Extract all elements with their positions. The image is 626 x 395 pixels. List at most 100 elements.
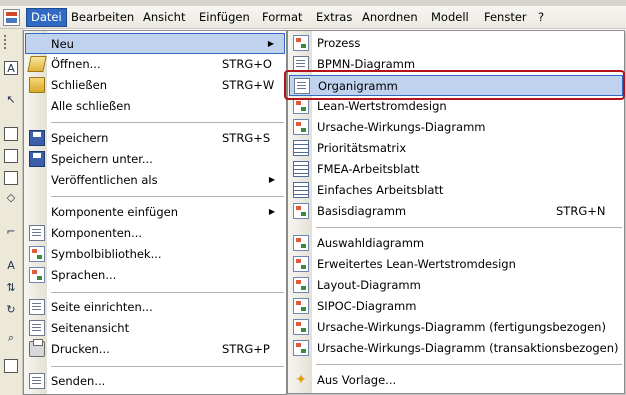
menu-item-label: Einfaches Arbeitsblatt xyxy=(317,183,444,197)
pointer-tool-icon[interactable]: ↖ xyxy=(4,93,18,107)
file-menu-item-drucken[interactable]: Drucken... STRG+P xyxy=(25,339,285,360)
menu-item-label: Neu xyxy=(51,37,74,51)
new-item-prozess[interactable]: Prozess xyxy=(289,33,623,54)
new-item-ursache-wirkung-transaktion[interactable]: Ursache-Wirkungs-Diagramm (transaktionsb… xyxy=(289,338,623,359)
shape-tool-icon[interactable] xyxy=(4,127,18,141)
box-tool-icon[interactable] xyxy=(4,359,18,373)
menu-item-label: Basisdiagramm xyxy=(317,204,407,218)
menu-separator xyxy=(51,292,284,293)
new-item-layout-diagramm[interactable]: Layout-Diagramm xyxy=(289,275,623,296)
menu-fenster[interactable]: Fenster xyxy=(484,8,527,27)
zoom-tool-icon[interactable]: ⌕ xyxy=(4,331,18,345)
menu-item-label: Layout-Diagramm xyxy=(317,278,421,292)
menu-item-label: Veröffentlichen als xyxy=(51,173,158,187)
page-preview-icon xyxy=(29,320,45,336)
menu-extras[interactable]: Extras xyxy=(316,8,352,27)
file-menu-item-oeffnen[interactable]: Öffnen... STRG+O xyxy=(25,54,285,75)
file-menu-item-neu[interactable]: Neu ▶ xyxy=(25,33,285,54)
languages-icon xyxy=(29,267,45,283)
menu-ansicht[interactable]: Ansicht xyxy=(143,8,185,27)
menu-item-label: FMEA-Arbeitsblatt xyxy=(317,162,420,176)
large-text-tool-icon[interactable]: A xyxy=(4,259,18,273)
basic-diagram-icon xyxy=(293,203,309,219)
file-menu-item-senden[interactable]: Senden... xyxy=(25,371,285,392)
new-item-einfaches-arbeitsblatt[interactable]: Einfaches Arbeitsblatt xyxy=(289,180,623,201)
save-disk-icon xyxy=(29,130,45,146)
cause-effect-manufacturing-icon xyxy=(293,319,309,335)
file-menu-item-veroeffentlichen[interactable]: Veröffentlichen als ▶ xyxy=(25,170,285,191)
menu-item-shortcut: STRG+P xyxy=(222,342,270,356)
rotate-tool-icon[interactable]: ↻ xyxy=(4,303,18,317)
menu-separator xyxy=(316,227,622,228)
menu-item-label: Seitenansicht xyxy=(51,321,130,335)
rectangle-tool-2-icon[interactable] xyxy=(4,171,18,185)
menu-bearbeiten[interactable]: Bearbeiten xyxy=(71,8,134,27)
rectangle-tool-icon[interactable] xyxy=(4,149,18,163)
layout-diagram-icon xyxy=(293,277,309,293)
extended-value-stream-icon xyxy=(293,256,309,272)
submenu-arrow-icon: ▶ xyxy=(268,207,275,216)
menu-item-label: Prioritätsmatrix xyxy=(317,141,407,155)
new-item-aus-vorlage[interactable]: ✦ Aus Vorlage... xyxy=(289,370,623,391)
menu-item-label: Ursache-Wirkungs-Diagramm (fertigungsbez… xyxy=(317,320,606,334)
diamond-tool-icon[interactable]: ◇ xyxy=(4,191,18,205)
menu-datei[interactable]: Datei xyxy=(26,8,67,27)
text-tool-icon[interactable]: A xyxy=(4,61,18,75)
new-item-sipoc[interactable]: SIPOC-Diagramm xyxy=(289,296,623,317)
file-menu-item-seitenansicht[interactable]: Seitenansicht xyxy=(25,318,285,339)
menu-modell[interactable]: Modell xyxy=(431,8,469,27)
menu-separator xyxy=(51,366,284,367)
menu-einfuegen[interactable]: Einfügen xyxy=(199,8,250,27)
menu-item-label: Aus Vorlage... xyxy=(317,373,397,387)
menu-item-label: Seite einrichten... xyxy=(51,300,153,314)
menu-help[interactable]: ? xyxy=(538,8,544,27)
file-menu-item-sprachen[interactable]: Sprachen... xyxy=(25,265,285,286)
menu-separator xyxy=(51,122,284,123)
submenu-arrow-icon: ▶ xyxy=(267,39,274,48)
menu-item-label: Komponente einfügen xyxy=(51,205,178,219)
menu-item-label: Alle schließen xyxy=(51,99,131,113)
new-item-ursache-wirkung[interactable]: Ursache-Wirkungs-Diagramm xyxy=(289,117,623,138)
menu-item-shortcut: STRG+O xyxy=(222,57,272,71)
submenu-arrow-icon: ▶ xyxy=(268,175,275,184)
file-menu-item-schliessen[interactable]: Schließen STRG+W xyxy=(25,75,285,96)
app-icon[interactable] xyxy=(3,9,20,26)
new-item-ursache-wirkung-fertigung[interactable]: Ursache-Wirkungs-Diagramm (fertigungsbez… xyxy=(289,317,623,338)
toolbar-grip-icon[interactable] xyxy=(4,35,6,49)
file-menu-item-speichern-unter[interactable]: Speichern unter... xyxy=(25,149,285,170)
cause-effect-transaction-icon xyxy=(293,340,309,356)
menu-item-shortcut: STRG+W xyxy=(222,78,275,92)
menu-format[interactable]: Format xyxy=(262,8,303,27)
simple-worksheet-icon xyxy=(293,182,309,198)
folder-icon xyxy=(29,77,45,93)
connector-tool-icon[interactable]: ⌐ xyxy=(4,225,18,239)
new-item-auswahldiagramm[interactable]: Auswahldiagramm xyxy=(289,233,623,254)
menu-anordnen[interactable]: Anordnen xyxy=(362,8,418,27)
file-menu-item-seite-einrichten[interactable]: Seite einrichten... xyxy=(25,297,285,318)
file-menu-item-speichern[interactable]: Speichern STRG+S xyxy=(25,128,285,149)
menu-item-label: SIPOC-Diagramm xyxy=(317,299,417,313)
drawing-toolbox: A ↖ ◇ ⌐ A ⇅ ↻ ⌕ xyxy=(0,29,23,395)
file-menu-item-symbolbibliothek[interactable]: Symbolbibliothek... xyxy=(25,244,285,265)
menu-item-label: Öffnen... xyxy=(51,57,101,71)
arrange-tool-icon[interactable]: ⇅ xyxy=(4,281,18,295)
file-menu-item-komponenten[interactable]: Komponenten... xyxy=(25,223,285,244)
components-icon xyxy=(29,225,45,241)
menu-separator xyxy=(51,196,284,197)
send-icon xyxy=(29,373,45,389)
new-item-fmea[interactable]: FMEA-Arbeitsblatt xyxy=(289,159,623,180)
new-item-prioritaetsmatrix[interactable]: Prioritätsmatrix xyxy=(289,138,623,159)
file-menu-item-komponente-einfuegen[interactable]: Komponente einfügen ▶ xyxy=(25,202,285,223)
menu-item-label: Lean-Wertstromdesign xyxy=(317,99,447,113)
cause-effect-icon xyxy=(293,119,309,135)
new-item-erweitertes-lean[interactable]: Erweitertes Lean-Wertstromdesign xyxy=(289,254,623,275)
menu-item-label: Speichern unter... xyxy=(51,152,153,166)
page-setup-icon xyxy=(29,299,45,315)
printer-icon xyxy=(29,339,45,357)
menu-item-label: Speichern xyxy=(51,131,109,145)
menu-item-label: Symbolbibliothek... xyxy=(51,247,162,261)
sipoc-diagram-icon xyxy=(293,298,309,314)
new-item-basisdiagramm[interactable]: Basisdiagramm STRG+N xyxy=(289,201,623,222)
file-menu-item-alle-schliessen[interactable]: Alle schließen xyxy=(25,96,285,117)
highlight-annotation-box xyxy=(284,70,625,100)
